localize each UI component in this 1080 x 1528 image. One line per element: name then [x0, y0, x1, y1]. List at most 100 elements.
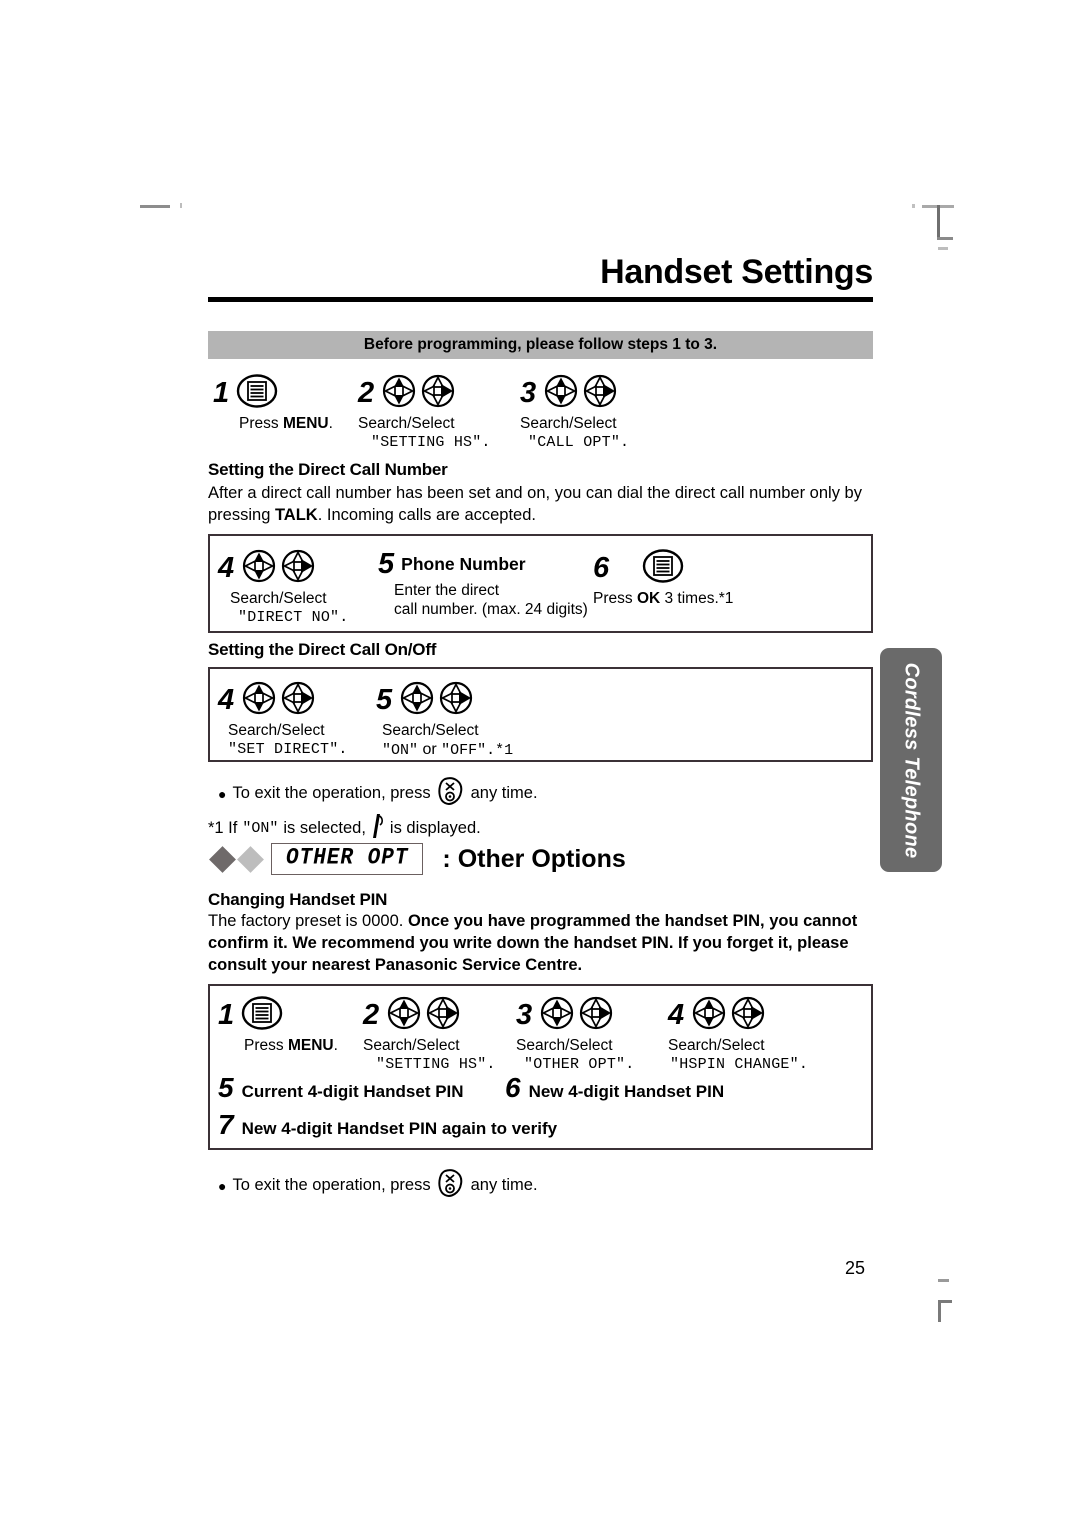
nav-key-right-icon[interactable]: [280, 680, 316, 721]
step-1-pin-caption-suffix: .: [333, 1037, 338, 1054]
step-2-caption: Search/Select: [358, 415, 455, 432]
step-5-onoff-number: 5: [376, 683, 393, 716]
step-4-lcd: "DIRECT NO".: [238, 608, 349, 626]
menu-icon[interactable]: [642, 548, 684, 588]
step-1-pin-caption: Press MENU.: [218, 1037, 338, 1056]
nav-key-updown-icon[interactable]: [539, 995, 575, 1036]
step-2-pin-number: 2: [363, 998, 380, 1031]
paragraph-part2: . Incoming calls are accepted.: [317, 505, 536, 524]
step-5-line2: call number. (max. 24 digits): [394, 600, 588, 618]
step-6-caption-suffix: 3 times.*1: [660, 590, 734, 607]
step-4-number: 4: [218, 551, 235, 584]
bullet-dot-icon: ●: [218, 1177, 227, 1194]
exit-note-1: ● To exit the operation, press any time.: [218, 776, 538, 811]
step-1: 1 Press MENU.: [213, 371, 358, 434]
nav-key-updown-icon[interactable]: [241, 548, 277, 589]
page-title: Handset Settings: [600, 253, 873, 291]
step-2-head: 2: [358, 371, 456, 415]
power-off-icon[interactable]: [437, 1168, 465, 1203]
nav-key-right-icon[interactable]: [730, 995, 766, 1036]
heading-direct-call-number: Setting the Direct Call Number: [208, 460, 448, 479]
manual-page: Handset Settings Before programming, ple…: [0, 0, 1080, 1528]
step-2-pin: 2 Search/Select "SETTING HS".: [363, 993, 516, 1075]
heading-direct-call-onoff: Setting the Direct Call On/Off: [208, 640, 437, 659]
power-off-icon[interactable]: [437, 776, 465, 811]
direct-call-indicator-icon: [371, 812, 385, 845]
nav-key-updown-icon[interactable]: [381, 373, 417, 414]
step-4-onoff-lcd: "SET DIRECT".: [228, 740, 348, 758]
step-6-pin-entry: 6 New 4-digit Handset PIN: [505, 1074, 724, 1102]
other-options-title: : Other Options: [442, 844, 626, 873]
step-6-pin-entry-text: New 4-digit Handset PIN: [528, 1082, 725, 1101]
step-5-pin-entry-text: Current 4-digit Handset PIN: [241, 1082, 464, 1101]
lcd-other-opt-box: OTHER OPT: [271, 843, 424, 875]
step-4-direct-no: 4 Search/Select "DIRECT NO".: [218, 546, 378, 628]
step-2-pin-lcd: "SETTING HS".: [376, 1055, 496, 1073]
step-5-lcd-on: "ON": [382, 741, 419, 759]
step-2-pin-caption: Search/Select: [363, 1037, 460, 1054]
paragraph-direct-call-number: After a direct call number has been set …: [208, 483, 878, 527]
step-5-title: Phone Number: [401, 553, 526, 574]
step-6-pin-entry-number: 6: [505, 1072, 521, 1103]
step-1-caption-bold: MENU: [282, 415, 329, 432]
step-6-caption: Press OK 3 times.*1: [593, 590, 733, 609]
banner-text: Before programming, please follow steps …: [363, 336, 718, 353]
step-2-pin-head: 2: [363, 993, 461, 1037]
nav-key-right-icon[interactable]: [438, 680, 474, 721]
step-5-on-off: 5 Search/Select "ON" or "OFF".*1: [376, 678, 556, 759]
nav-key-right-icon[interactable]: [420, 373, 456, 414]
step-5-onoff-lcd: "ON" or "OFF".*1: [376, 741, 513, 759]
footnote-1-on: "ON": [242, 820, 279, 837]
nav-key-updown-icon[interactable]: [386, 995, 422, 1036]
step-6-number: 6: [593, 551, 610, 584]
diamond-light-icon: [237, 845, 264, 873]
step-4-onoff-caption: Search/Select: [228, 722, 325, 739]
lcd-other-opt-label: OTHER OPT: [286, 845, 409, 872]
step-4-pin-lcd: "HSPIN CHANGE".: [670, 1055, 809, 1073]
step-5-pin-entry-number: 5: [218, 1072, 234, 1103]
step-1-pin-head: 1: [218, 993, 283, 1037]
step-4-caption: Search/Select: [230, 590, 327, 607]
step-2: 2 Search/Select "SETTING HS".: [358, 371, 500, 453]
nav-key-right-icon[interactable]: [425, 995, 461, 1036]
nav-key-updown-icon[interactable]: [691, 995, 727, 1036]
exit-note-1-prefix: To exit the operation, press: [232, 784, 431, 802]
diamond-dark-icon: [209, 845, 236, 873]
nav-key-right-icon[interactable]: [280, 548, 316, 589]
pin-paragraph-plain: The factory preset is 0000.: [208, 912, 408, 930]
exit-note-1-suffix: any time.: [470, 784, 538, 802]
nav-key-right-icon[interactable]: [582, 373, 618, 414]
step-4-onoff-number: 4: [218, 683, 235, 716]
step-1-head: 1: [213, 371, 278, 415]
step-4-pin-number: 4: [668, 998, 685, 1031]
footnote-1-prefix: *1 If: [208, 819, 238, 837]
title-rule: [208, 297, 873, 303]
nav-key-updown-icon[interactable]: [543, 373, 579, 414]
menu-icon[interactable]: [236, 373, 278, 413]
step-7-pin-entry: 7 New 4-digit Handset PIN again to verif…: [218, 1111, 557, 1139]
step-4-head: 4: [218, 546, 316, 590]
direct-onoff-steps-row: 4 Search/Select "SET DIRECT". 5 Search/S…: [218, 678, 556, 760]
step-4-pin: 4 Search/Select "HSPIN CHANGE".: [668, 993, 838, 1075]
menu-icon[interactable]: [241, 995, 283, 1035]
bullet-dot-icon: ●: [218, 785, 227, 802]
step-3: 3 Search/Select "CALL OPT".: [520, 371, 662, 453]
step-6-caption-bold: OK: [636, 590, 661, 607]
paragraph-bold-talk: TALK: [274, 505, 318, 524]
step-3-head: 3: [520, 371, 618, 415]
step-5-line1: Enter the direct: [394, 582, 500, 599]
nav-key-updown-icon[interactable]: [399, 680, 435, 721]
step-4-onoff-head: 4: [218, 678, 316, 722]
step-1-pin-caption-prefix: Press: [244, 1037, 288, 1054]
step-5-onoff-head: 5: [376, 678, 474, 722]
nav-key-updown-icon[interactable]: [241, 680, 277, 721]
heading-changing-handset-pin: Changing Handset PIN: [208, 890, 388, 909]
step-1-pin-caption-bold: MENU: [287, 1037, 334, 1054]
nav-key-right-icon[interactable]: [578, 995, 614, 1036]
direct-number-steps-row: 4 Search/Select "DIRECT NO". 5 Phone Num…: [218, 546, 793, 628]
other-options-header: OTHER OPT : Other Options: [209, 843, 626, 875]
step-3-pin-caption: Search/Select: [516, 1037, 613, 1054]
step-4-pin-head: 4: [668, 993, 766, 1037]
step-3-number: 3: [520, 376, 537, 409]
step-5-lcd-off: "OFF".*1: [441, 741, 514, 759]
